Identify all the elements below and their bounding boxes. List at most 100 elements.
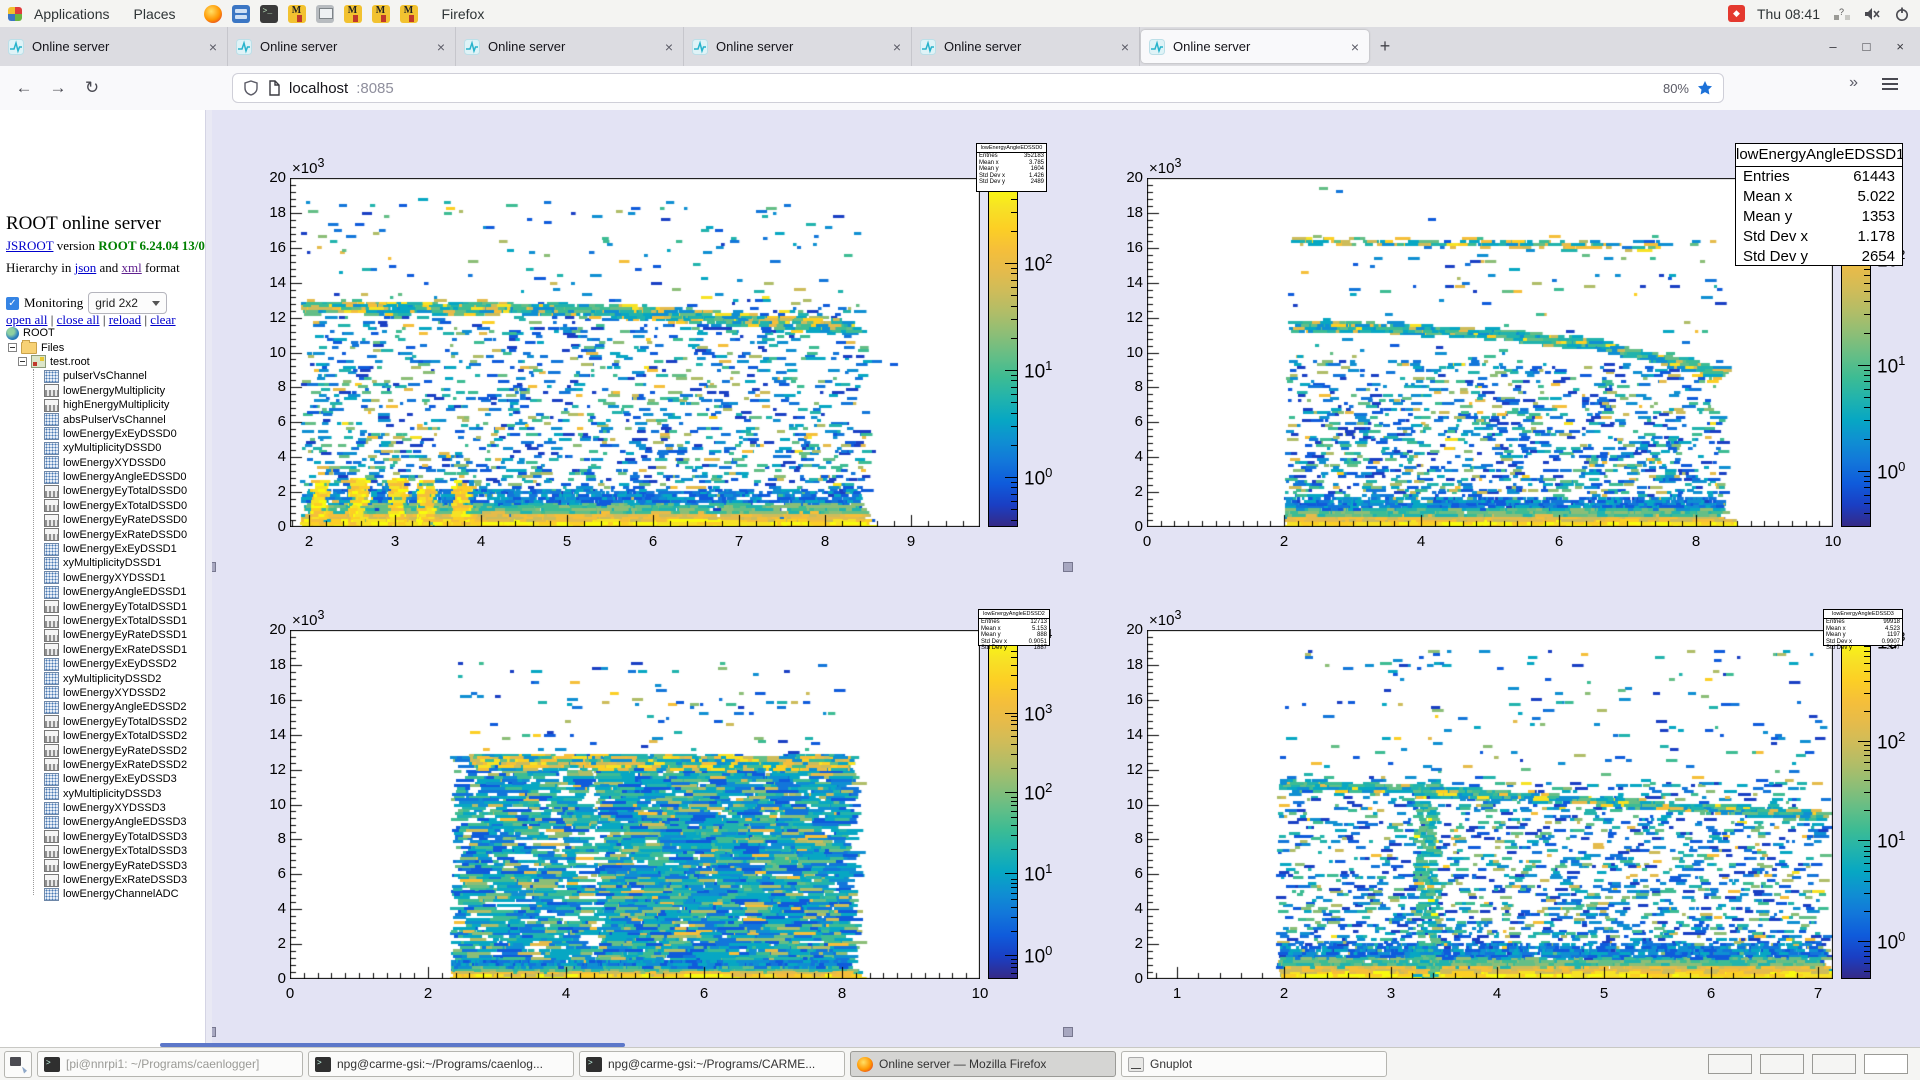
tree-item[interactable]: xyMultiplicityDSSD1 — [0, 556, 205, 570]
midas-icon[interactable] — [288, 5, 306, 23]
collapse-icon[interactable] — [8, 343, 17, 352]
tab-close-icon[interactable]: × — [207, 39, 219, 55]
firefox-icon[interactable] — [204, 5, 222, 23]
workspace-cell[interactable] — [1708, 1054, 1752, 1074]
overflow-menu-button[interactable]: » — [1849, 74, 1858, 92]
clock[interactable]: Thu 08:41 — [1757, 6, 1820, 22]
tree-item[interactable]: lowEnergyExRateDSSD0 — [0, 527, 205, 541]
tree-item[interactable]: absPulserVsChannel — [0, 412, 205, 426]
tree-item[interactable]: lowEnergyExRateDSSD1 — [0, 643, 205, 657]
stats-box[interactable]: lowEnergyAngleEDSSD3Entries99918Mean x4.… — [1823, 609, 1903, 646]
window-close-button[interactable]: × — [1896, 39, 1904, 54]
show-desktop-button[interactable] — [4, 1051, 32, 1078]
tree-item[interactable]: lowEnergyAngleEDSSD2 — [0, 700, 205, 714]
window-maximize-button[interactable]: □ — [1863, 39, 1871, 54]
tree-item[interactable]: lowEnergyExTotalDSSD0 — [0, 499, 205, 513]
browser-tab[interactable]: Online server× — [912, 27, 1140, 66]
tab-close-icon[interactable]: × — [435, 39, 447, 55]
color-palette-bar[interactable] — [988, 185, 1018, 527]
tree-item[interactable]: xyMultiplicityDSSD0 — [0, 441, 205, 455]
histogram-canvas-lowEnergyAngleEDSSD3[interactable] — [1147, 630, 1833, 979]
browser-tab[interactable]: Online server× — [0, 27, 228, 66]
sidebar-scrollbar[interactable] — [205, 110, 212, 1047]
midas-icon[interactable] — [372, 5, 390, 23]
tree-item[interactable]: lowEnergyEyTotalDSSD2 — [0, 715, 205, 729]
collapse-icon[interactable] — [18, 357, 27, 366]
back-button[interactable]: ← — [10, 74, 38, 102]
histogram-canvas-lowEnergyAngleEDSSD1[interactable] — [1147, 178, 1833, 527]
browser-tab[interactable]: Online server× — [1141, 30, 1369, 63]
tab-close-icon[interactable]: × — [663, 39, 675, 55]
tree-item[interactable]: lowEnergyExEyDSSD0 — [0, 427, 205, 441]
action-clear[interactable]: clear — [150, 312, 175, 327]
tree-item[interactable]: lowEnergyEyTotalDSSD0 — [0, 484, 205, 498]
midas-icon[interactable] — [344, 5, 362, 23]
tree-item[interactable]: lowEnergyMultiplicity — [0, 384, 205, 398]
action-reload[interactable]: reload — [109, 312, 141, 327]
new-tab-button[interactable]: + — [1370, 27, 1400, 66]
zoom-level-button[interactable]: 80% — [1663, 81, 1689, 96]
tree-item[interactable]: lowEnergyExEyDSSD2 — [0, 657, 205, 671]
tree-item[interactable]: lowEnergyChannelADC — [0, 887, 205, 901]
browser-tab[interactable]: Online server× — [228, 27, 456, 66]
taskbar-button[interactable]: npg@carme-gsi:~/Programs/caenlog... — [308, 1051, 574, 1077]
taskbar-button[interactable]: Gnuplot — [1121, 1051, 1387, 1077]
tree-item[interactable]: lowEnergyXYDSSD0 — [0, 456, 205, 470]
tree-item[interactable]: lowEnergyExTotalDSSD1 — [0, 614, 205, 628]
tree-item[interactable]: lowEnergyXYDSSD1 — [0, 571, 205, 585]
workspace-cell[interactable] — [1864, 1054, 1908, 1074]
tree-item[interactable]: lowEnergyEyRateDSSD3 — [0, 858, 205, 872]
histogram-canvas-lowEnergyAngleEDSSD2[interactable] — [290, 630, 980, 979]
action-close-all[interactable]: close all — [57, 312, 100, 327]
volume-muted-icon[interactable] — [1864, 6, 1882, 22]
tree-item[interactable]: xyMultiplicityDSSD2 — [0, 671, 205, 685]
tree-item-test-root[interactable]: test.root — [0, 355, 205, 369]
tab-close-icon[interactable]: × — [891, 39, 903, 55]
url-bar[interactable]: localhost:8085 80% — [232, 73, 1724, 103]
taskbar-button[interactable]: npg@carme-gsi:~/Programs/CARME... — [579, 1051, 845, 1077]
tree-item[interactable]: lowEnergyAngleEDSSD3 — [0, 815, 205, 829]
tree-item[interactable]: lowEnergyXYDSSD2 — [0, 686, 205, 700]
pad-resize-handle[interactable] — [1063, 1027, 1073, 1037]
tree-item[interactable]: lowEnergyExEyDSSD1 — [0, 542, 205, 556]
tree-item-root[interactable]: ROOT — [0, 326, 205, 340]
stats-box[interactable]: lowEnergyAngleEDSSD0Entries352183Mean x3… — [976, 143, 1047, 192]
jsroot-link[interactable]: JSROOT — [6, 238, 53, 253]
tab-close-icon[interactable]: × — [1349, 39, 1361, 55]
terminal-icon[interactable] — [260, 5, 278, 23]
forward-button[interactable]: → — [44, 74, 72, 102]
tree-item-files[interactable]: Files — [0, 340, 205, 354]
color-palette-bar[interactable] — [1841, 637, 1871, 979]
power-icon[interactable] — [1894, 6, 1910, 22]
tree-item[interactable]: lowEnergyExRateDSSD2 — [0, 758, 205, 772]
stats-box[interactable]: lowEnergyAngleEDSSD2Entries12713Mean x5.… — [978, 609, 1050, 646]
tree-item[interactable]: lowEnergyExTotalDSSD2 — [0, 729, 205, 743]
monitoring-checkbox[interactable]: ✓ — [6, 297, 19, 310]
tree-item[interactable]: lowEnergyEyRateDSSD0 — [0, 513, 205, 527]
workspace-cell[interactable] — [1760, 1054, 1804, 1074]
midas-icon[interactable] — [400, 5, 418, 23]
tree-item[interactable]: lowEnergyExEyDSSD3 — [0, 772, 205, 786]
tab-close-icon[interactable]: × — [1119, 39, 1131, 55]
tree-item[interactable]: lowEnergyEyTotalDSSD1 — [0, 599, 205, 613]
window-minimize-button[interactable]: – — [1829, 39, 1836, 54]
tree-item[interactable]: lowEnergyXYDSSD3 — [0, 801, 205, 815]
taskbar-button[interactable]: [pi@nnrpi1: ~/Programs/caenlogger] — [37, 1051, 303, 1077]
tree-item[interactable]: lowEnergyExTotalDSSD3 — [0, 844, 205, 858]
workspace-cell[interactable] — [1812, 1054, 1856, 1074]
shield-icon[interactable] — [243, 80, 259, 96]
json-link[interactable]: json — [75, 260, 97, 275]
browser-tab[interactable]: Online server× — [684, 27, 912, 66]
grid-layout-select[interactable]: grid 2x2 — [88, 292, 167, 314]
histogram-canvas-lowEnergyAngleEDSSD0[interactable] — [290, 178, 980, 527]
network-status-icon[interactable]: ? — [1832, 6, 1852, 22]
stats-box[interactable]: lowEnergyAngleEDSSD1Entries61443Mean x5.… — [1735, 143, 1903, 266]
taskbar-button[interactable]: Online server — Mozilla Firefox — [850, 1051, 1116, 1077]
tree-item[interactable]: highEnergyMultiplicity — [0, 398, 205, 412]
notification-icon[interactable]: ◆ — [1728, 5, 1745, 22]
tree-item[interactable]: lowEnergyAngleEDSSD1 — [0, 585, 205, 599]
action-open-all[interactable]: open all — [6, 312, 48, 327]
screenshot-icon[interactable] — [316, 5, 334, 23]
tree-item[interactable]: pulserVsChannel — [0, 369, 205, 383]
browser-tab[interactable]: Online server× — [456, 27, 684, 66]
